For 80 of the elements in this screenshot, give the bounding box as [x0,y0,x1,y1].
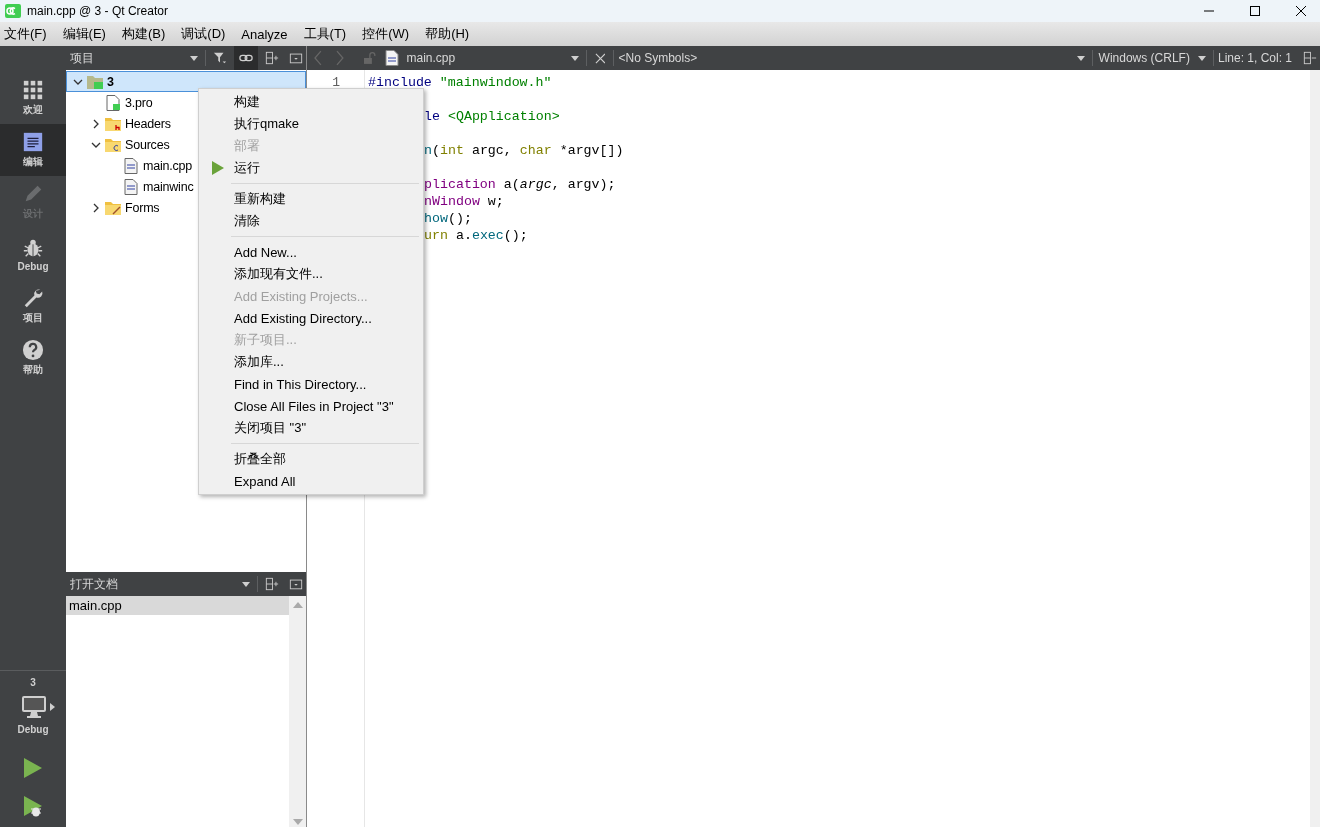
dropdown-caret-icon [1197,55,1206,61]
menu-bar-item[interactable]: 调试(D) [181,25,226,43]
window-title: main.cpp @ 3 - Qt Creator [27,4,168,18]
code-line: plication a(argc, argv); [424,176,616,193]
cpp-file-icon [122,157,140,174]
mode-button[interactable]: Debug [0,228,66,280]
project-folder-icon [86,73,104,90]
dropdown-caret-icon[interactable] [242,581,250,587]
app-logo-icon [5,4,21,18]
code-line: nWindow w; [424,193,504,210]
menu-bar-item[interactable]: 控件(W) [362,25,410,43]
menu-item[interactable]: 构建 [199,91,423,113]
close-icon[interactable] [1295,5,1307,17]
menu-item[interactable]: 清除 [199,210,423,232]
menu-item[interactable]: Find in This Directory... [199,373,423,395]
cursor-position[interactable]: Line: 1, Col: 1 [1217,51,1292,65]
menu-bar-item[interactable]: 编辑(E) [62,25,106,43]
dropdown-caret-icon [570,55,579,61]
run-icon [211,161,224,175]
document-icon [22,131,44,153]
wrench-icon [22,287,44,309]
close-panel-icon[interactable] [289,577,303,591]
panel-title: 打开文档 [70,575,119,593]
menu-bar-item[interactable]: 帮助(H) [425,25,470,43]
grid-icon [22,79,44,101]
filter-icon[interactable] [213,51,227,65]
chevron-right-icon[interactable] [91,118,101,129]
menu-item[interactable]: 关闭项目 "3" [199,417,423,439]
menu-item[interactable]: 重新构建 [199,188,423,210]
menu-bar-item[interactable]: 构建(B) [121,25,166,43]
monitor-icon[interactable] [21,694,47,720]
run-icon[interactable] [23,757,43,779]
menu-bar-item[interactable]: Analyze [241,26,288,42]
cpp-file-icon [122,178,140,195]
chevron-right-icon[interactable] [91,202,101,213]
maximize-icon[interactable] [1249,5,1261,17]
panel-title: 项目 [70,49,95,67]
document-item[interactable]: main.cpp [66,596,289,615]
menu-item[interactable]: Add New... [199,241,423,263]
file-selector[interactable]: main.cpp [384,50,582,66]
pro-file-icon [104,94,122,111]
mode-button[interactable]: 编辑 [0,124,66,176]
symbols-selector[interactable]: <No Symbols> [618,51,1088,65]
line-ending-selector[interactable]: Windows (CRLF) [1096,51,1209,65]
target-config-label: Debug [17,724,49,735]
dropdown-caret-icon [1076,55,1085,61]
line-number: 1 [332,74,340,91]
code-line: n(int argc, char *argv[]) [424,142,624,159]
menu-item[interactable]: 运行 [199,157,423,179]
file-icon [384,50,399,66]
menu-item[interactable]: 添加现有文件... [199,263,423,285]
menu-item[interactable]: Expand All [199,470,423,492]
code-line: how(); [424,210,472,227]
folder-icon [104,115,122,132]
code-line: le <QApplication> [424,108,560,125]
menu-bar-item[interactable]: 工具(T) [303,25,347,43]
close-panel-icon[interactable] [289,51,303,65]
menu-bar-item[interactable]: 文件(F) [4,25,47,43]
debug-run-icon[interactable] [23,795,43,817]
mode-button[interactable]: 帮助 [0,332,66,384]
help-icon [22,339,44,361]
code-line: #include "mainwindow.h" [368,74,552,91]
menu-item[interactable]: 执行qmake [199,113,423,135]
menu-item[interactable]: Close All Files in Project "3" [199,395,423,417]
menu-item[interactable]: 添加库... [199,351,423,373]
tree-item[interactable]: 3 [66,71,306,92]
mode-button[interactable]: 项目 [0,280,66,332]
split-icon[interactable] [1303,51,1317,65]
folder-icon [104,199,122,216]
dropdown-caret-icon[interactable] [190,55,198,61]
split-icon[interactable] [265,577,279,591]
folder-icon [104,136,122,153]
scrollbar[interactable] [1310,70,1320,827]
code-line: urn a.exec(); [424,227,528,244]
menu-item[interactable]: 折叠全部 [199,448,423,470]
mode-button[interactable]: 欢迎 [0,72,66,124]
expand-arrow-icon[interactable] [50,703,55,711]
menu-item[interactable]: Add Existing Directory... [199,307,423,329]
split-icon[interactable] [265,51,279,65]
target-project-label: 3 [30,677,36,688]
